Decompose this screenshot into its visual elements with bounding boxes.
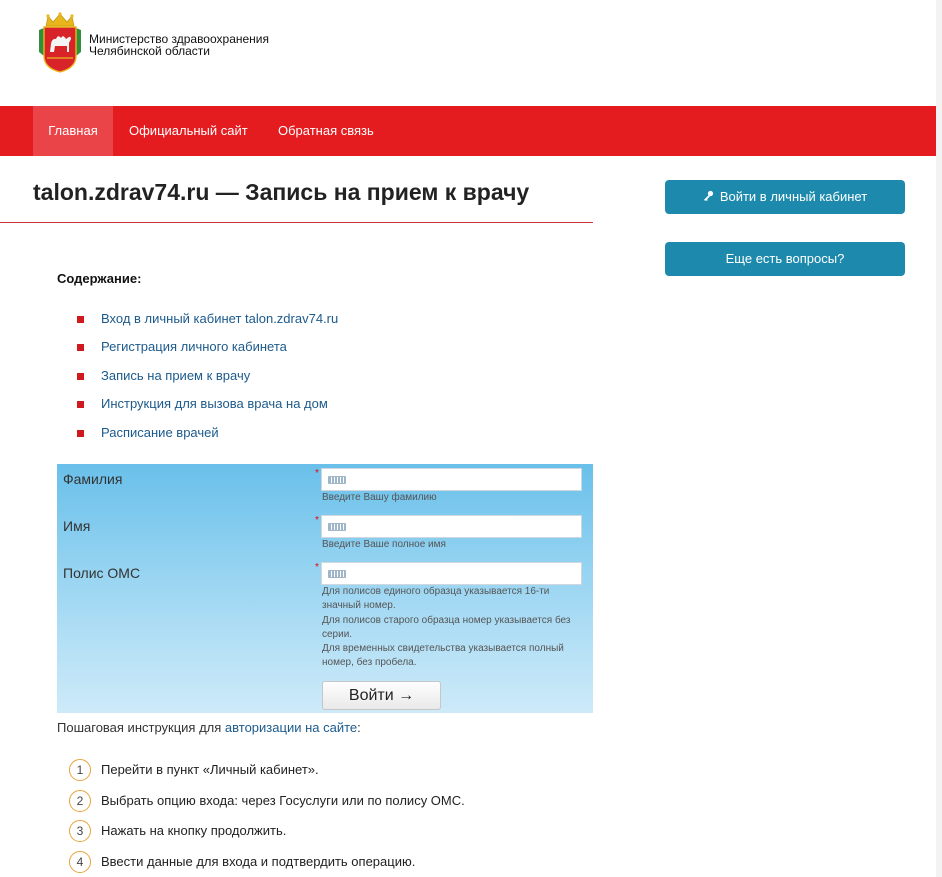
step-item: 1 Перейти в пункт «Личный кабинет». [69, 759, 465, 790]
keyboard-icon[interactable] [328, 570, 346, 578]
page-scrollbar-track[interactable] [936, 0, 942, 877]
ministry-line-2: Челябинской области [89, 44, 210, 58]
surname-input[interactable] [321, 468, 582, 491]
toc-item-appointment[interactable]: Запись на прием к врачу [77, 368, 338, 396]
steps-list: 1 Перейти в пункт «Личный кабинет». 2 Выбр… [69, 759, 465, 877]
toc-list: Вход в личный кабинет talon.zdrav74.ru Р… [77, 311, 338, 453]
key-icon [703, 180, 714, 214]
keyboard-icon[interactable] [328, 523, 346, 531]
policy-label: Полис ОМС [63, 565, 141, 581]
bullet-icon [77, 316, 84, 323]
main-nav: Главная Официальный сайт Обратная связь [0, 106, 936, 156]
required-mark: * [315, 515, 319, 526]
toc-item-label: Регистрация личного кабинета [101, 339, 287, 355]
name-label: Имя [63, 518, 91, 534]
bullet-icon [77, 429, 84, 437]
name-hint: Введите Ваше полное имя [322, 539, 446, 550]
step-number: 4 [69, 850, 91, 873]
policy-hint-line: Для полисов единого образца указывается … [322, 586, 550, 612]
step-number: 1 [69, 759, 91, 781]
page-title: talon.zdrav74.ru — Запись на прием к вра… [33, 179, 530, 205]
bullet-icon [77, 401, 84, 409]
nav-item-home[interactable]: Главная [33, 106, 113, 156]
instructions-intro-end: : [357, 720, 361, 735]
step-text: Перейти в пункт «Личный кабинет». [101, 762, 319, 777]
toc-heading: Содержание: [57, 271, 142, 286]
policy-hint-line: Для полисов старого образца номер указыв… [322, 614, 571, 640]
step-number: 2 [69, 789, 91, 812]
step-text: Ввести данные для входа и подтвердить оп… [101, 853, 416, 869]
login-submit-button[interactable]: Войти → [322, 681, 441, 710]
questions-button[interactable]: Еще есть вопросы? [665, 242, 905, 276]
toc-item-label: Расписание врачей [101, 424, 219, 440]
instructions-intro-text: Пошаговая инструкция для [57, 720, 225, 735]
keyboard-icon[interactable] [328, 476, 346, 484]
step-item: 2 Выбрать опцию входа: через Госуслуги ил… [69, 789, 465, 821]
bullet-icon [77, 344, 84, 352]
site-header: Министерство здравоохранения Челябинской… [0, 0, 942, 106]
toc-item-label: Вход в личный кабинет talon.zdrav74.ru [101, 311, 339, 326]
ministry-name: Министерство здравоохранения Челябинской… [89, 33, 269, 57]
step-item: 3 Нажать на кнопку продолжить. [69, 820, 465, 851]
bullet-icon [77, 372, 84, 380]
toc-item-label: Запись на прием к врачу [101, 367, 251, 383]
policy-hint-line: Для временных свидетельства указывается … [322, 643, 564, 669]
toc-item-registration[interactable]: Регистрация личного кабинета [77, 339, 338, 367]
required-mark: * [315, 468, 319, 479]
toc-item-login[interactable]: Вход в личный кабинет talon.zdrav74.ru [77, 311, 338, 339]
step-text: Выбрать опцию входа: через Госуслуги или… [101, 792, 465, 808]
step-text: Нажать на кнопку продолжить. [101, 823, 287, 838]
title-divider [0, 222, 593, 223]
authorization-link[interactable]: авторизации на сайте [225, 720, 357, 735]
name-input[interactable] [321, 515, 582, 538]
login-cabinet-label: Войти в личный кабинет [719, 189, 868, 204]
nav-item-feedback[interactable]: Обратная связь [278, 106, 374, 156]
surname-hint: Введите Вашу фамилию [322, 492, 437, 503]
policy-input[interactable] [321, 562, 582, 585]
coat-of-arms-logo[interactable] [36, 12, 84, 74]
instructions-intro: Пошаговая инструкция для авторизации на … [57, 720, 361, 735]
toc-item-home-visit[interactable]: Инструкция для вызова врача на дом [77, 396, 338, 424]
nav-item-official-site[interactable]: Официальный сайт [129, 106, 248, 156]
toc-item-schedule[interactable]: Расписание врачей [77, 425, 338, 453]
required-mark: * [315, 562, 319, 573]
login-cabinet-button[interactable]: Войти в личный кабинет [665, 180, 905, 214]
step-number: 3 [69, 820, 91, 842]
surname-label: Фамилия [63, 471, 123, 487]
policy-hint: Для полисов единого образца указывается … [322, 585, 584, 671]
toc-item-label: Инструкция для вызова врача на дом [101, 396, 328, 412]
login-form: Фамилия * Введите Вашу фамилию Имя * Вве… [57, 464, 593, 713]
step-item: 4 Ввести данные для входа и подтвердить о… [69, 850, 465, 877]
